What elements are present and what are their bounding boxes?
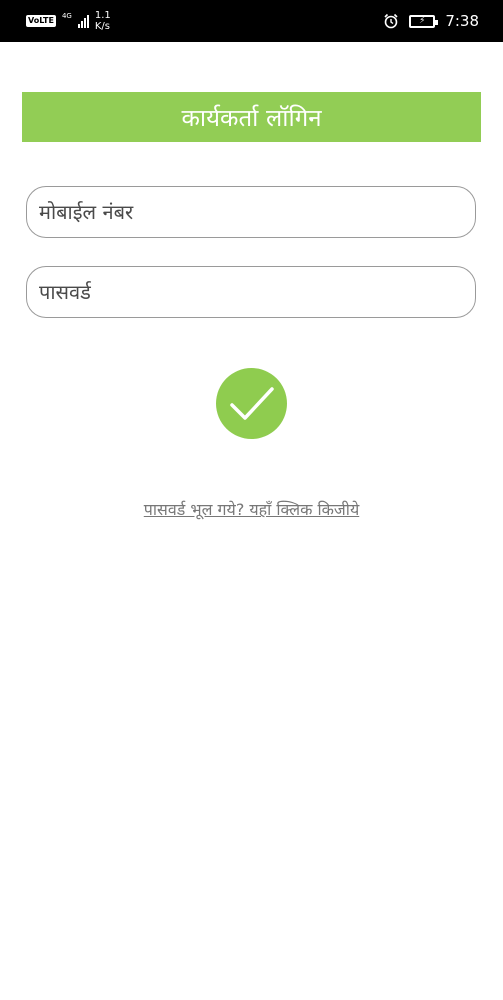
network-type: 4G <box>61 12 72 20</box>
volte-badge: VoLTE <box>26 15 56 27</box>
page-title: कार्यकर्ता लॉगिन <box>22 92 481 142</box>
status-left: VoLTE 4G 1.1 K/s <box>26 10 111 32</box>
password-input[interactable] <box>26 266 476 318</box>
mobile-number-input[interactable] <box>26 186 476 238</box>
status-bar: VoLTE 4G 1.1 K/s ⚡ 7:38 <box>0 0 503 42</box>
alarm-icon <box>384 13 398 29</box>
speed-unit: K/s <box>94 21 110 32</box>
status-time: 7:38 <box>445 12 479 30</box>
checkmark-icon <box>229 386 274 420</box>
speed-value: 1.1 <box>94 10 111 21</box>
login-submit-button[interactable] <box>216 368 287 439</box>
status-right: ⚡ 7:38 <box>383 12 479 30</box>
battery-charging-icon: ⚡ <box>409 14 439 28</box>
network-speed: 1.1 K/s <box>95 10 111 32</box>
forgot-password-link[interactable]: पासवर्ड भूल गये? यहाँ क्लिक किजीये <box>0 498 503 520</box>
signal-icon <box>77 14 89 28</box>
